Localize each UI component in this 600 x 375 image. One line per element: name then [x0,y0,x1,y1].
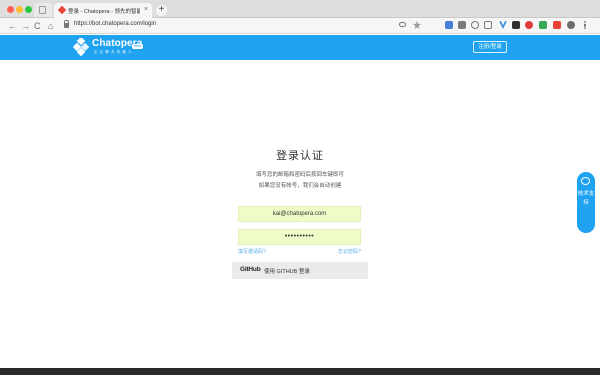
close-window-button[interactable] [7,6,14,13]
new-tab-button[interactable]: + [156,5,167,16]
register-login-button[interactable]: 注册/登录 [473,41,507,53]
vue-icon[interactable] [499,21,507,29]
translate-icon[interactable] [445,21,453,29]
github-login-label: 使用 GITHUB 登录 [264,269,310,275]
forward-button[interactable]: → [21,20,30,32]
reload-button[interactable]: C [34,20,41,32]
address-bar[interactable]: https://bot.chatopera.com/login [74,21,156,27]
home-button[interactable]: ⌂ [48,20,53,32]
circle-icon[interactable] [471,21,479,29]
browser-window: 登录 - Chatopera - 领先的智能 × + ← → C ⌂ https… [0,0,600,368]
ext-dark-icon[interactable] [512,21,520,29]
auto-create-note: 如果您没有帐号，我们会自动创建 [258,183,342,189]
menu-icon[interactable] [584,21,586,29]
tab-strip: 登录 - Chatopera - 领先的智能 × + [0,0,600,18]
favicon-icon [57,5,67,15]
red-ext-icon[interactable] [553,21,561,29]
maximize-window-button[interactable] [25,6,32,13]
profile-icon[interactable] [567,21,575,29]
forgot-password-link[interactable]: 忘记密码? [338,248,361,255]
page-title: 登录认证 [276,150,324,162]
tab-close-icon[interactable]: × [144,6,148,13]
green-ext-icon[interactable] [539,21,547,29]
tab-login[interactable]: 登录 - Chatopera - 领先的智能 × [54,3,152,18]
key-icon[interactable] [399,22,406,27]
invite-code-link[interactable]: 填写邀请码? [238,248,266,255]
blank-tab[interactable] [34,3,52,17]
tech-support-widget[interactable]: 技术支持 [577,172,595,233]
minimize-window-button[interactable] [16,6,23,13]
support-label: 技术支持 [577,191,595,206]
beta-badge: beta [132,44,143,49]
chatopera-logo-icon[interactable] [73,38,91,56]
screenshot-icon[interactable] [484,21,492,29]
tab-title: 登录 - Chatopera - 领先的智能 [68,9,140,15]
chat-bubble-icon [581,177,590,185]
email-field[interactable]: kai@chatopera.com [238,206,361,222]
star-icon[interactable] [413,21,421,29]
abp-icon[interactable] [525,21,533,29]
back-button[interactable]: ← [8,20,17,32]
github-login-button[interactable]: GitHub 使用 GITHUB 登录 [232,262,368,279]
page-icon [39,6,46,14]
extension-icon[interactable] [458,21,466,29]
desktop-edge [0,368,600,375]
github-logo-icon: GitHub [240,266,261,273]
browser-toolbar: ← → C ⌂ https://bot.chatopera.com/login [0,18,600,34]
brand-tagline: 企 业 聊 天 机 器 人 [94,50,133,54]
instruction-text: 填写您的邮箱和密码后按回车键即可 [255,172,344,178]
lock-icon [64,20,69,28]
password-field[interactable]: •••••••••• [238,229,361,245]
